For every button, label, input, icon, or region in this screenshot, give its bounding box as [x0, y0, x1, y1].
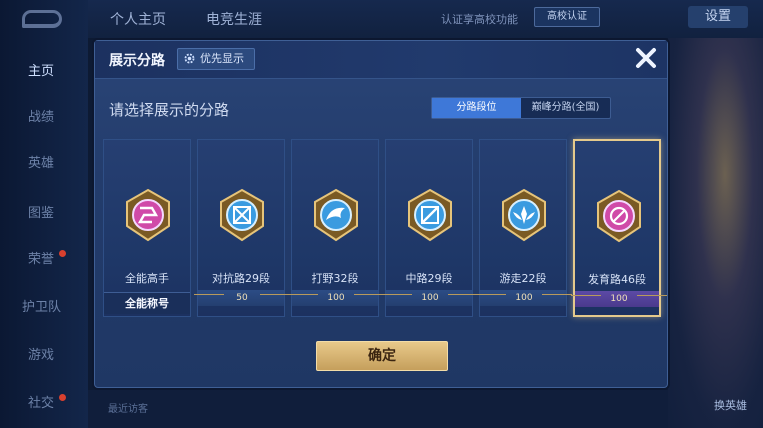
top-bar: 个人主页 电竞生涯: [88, 0, 763, 38]
lane-card-jungle[interactable]: 打野32段 100: [288, 139, 384, 317]
mid-lane-emblem-icon: [408, 188, 452, 242]
all-rounder-emblem-icon: [126, 188, 170, 242]
priority-display-button[interactable]: 优先显示: [177, 48, 255, 70]
rank-badge: 50: [194, 290, 290, 306]
rank-ribbon: 50: [194, 290, 290, 306]
nav-item-record[interactable]: 战绩: [0, 98, 88, 138]
notification-dot: [59, 394, 66, 401]
close-icon[interactable]: [629, 41, 663, 75]
confirm-button[interactable]: 确定: [316, 341, 448, 371]
rank-ribbon: 100: [571, 291, 667, 307]
lane-card-label: 对抗路29段: [212, 272, 270, 285]
left-nav-sidebar: 主页 战绩 英雄 图鉴 荣誉 护卫队 游戏 社交: [0, 0, 88, 428]
cert-hint: 认证享高校功能: [441, 13, 518, 26]
rank-ribbon: 100: [288, 290, 384, 306]
jungle-emblem-icon: [314, 188, 358, 242]
tab-profile[interactable]: 个人主页: [110, 9, 166, 29]
rank-badge: 100: [382, 290, 478, 306]
lane-card-label: 游走22段: [499, 272, 547, 285]
lane-card-label: 打野32段: [311, 272, 359, 285]
nav-item-home[interactable]: 主页: [0, 52, 88, 92]
lane-type-switch: 分路段位 巅峰分路(全国): [431, 97, 611, 119]
notification-dot: [59, 250, 66, 257]
rank-ribbon: 100: [382, 290, 478, 306]
farm-lane-emblem-icon: [597, 189, 641, 243]
nav-item-heroes[interactable]: 英雄: [0, 144, 88, 184]
lane-card-list: 全能高手 全能称号 对抗路29段 50 打野32段 100 中路29段 100 …: [103, 139, 667, 317]
roam-emblem-icon: [502, 188, 546, 242]
nav-item-codex[interactable]: 图鉴: [0, 194, 88, 234]
lane-card-roam[interactable]: 游走22段 100: [476, 139, 572, 317]
back-arrow-icon[interactable]: [22, 10, 62, 28]
settings-button[interactable]: 设置: [688, 6, 748, 28]
rank-badge: 100: [288, 290, 384, 306]
lane-card-label: 中路29段: [405, 272, 453, 285]
tab-peak-lane[interactable]: 巅峰分路(全国): [521, 98, 610, 118]
rank-badge: 100: [571, 291, 667, 307]
priority-display-label: 优先显示: [200, 52, 244, 65]
rank-badge: 100: [476, 290, 572, 306]
all-rounder-title: 全能称号: [104, 292, 190, 314]
nav-item-games[interactable]: 游戏: [0, 336, 88, 376]
dialog-header: 展示分路 优先显示: [95, 41, 667, 79]
recent-visitors-label: 最近访客: [108, 404, 148, 415]
dialog-subtitle: 请选择展示的分路: [109, 101, 230, 119]
lane-card-clash[interactable]: 对抗路29段 50: [194, 139, 290, 317]
lane-card-label: 发育路46段: [588, 273, 646, 286]
dialog-title: 展示分路: [109, 53, 165, 69]
nav-item-social[interactable]: 社交: [0, 384, 88, 424]
bottom-bar: [88, 390, 668, 428]
nav-item-honor[interactable]: 荣誉: [0, 240, 88, 280]
clash-lane-emblem-icon: [220, 188, 264, 242]
nav-item-guard[interactable]: 护卫队: [0, 288, 88, 328]
lane-card-mid[interactable]: 中路29段 100: [382, 139, 478, 317]
campus-cert-button[interactable]: 高校认证: [534, 7, 600, 27]
lane-card-all-rounder[interactable]: 全能高手 全能称号: [103, 139, 191, 317]
lane-card-label: 全能高手: [125, 272, 169, 285]
tab-esports[interactable]: 电竞生涯: [206, 9, 262, 29]
swap-hero-button[interactable]: 换英雄: [714, 397, 747, 413]
lane-card-farm[interactable]: 发育路46段 100: [571, 139, 667, 317]
rank-ribbon: 100: [476, 290, 572, 306]
display-lane-dialog: 展示分路 优先显示 请选择展示的分路 分路段位 巅峰分路(全国) 全能高手 全能…: [94, 40, 668, 388]
gear-icon: [184, 53, 195, 64]
tab-lane-rank[interactable]: 分路段位: [432, 98, 521, 118]
hero-artwork: [668, 38, 763, 428]
